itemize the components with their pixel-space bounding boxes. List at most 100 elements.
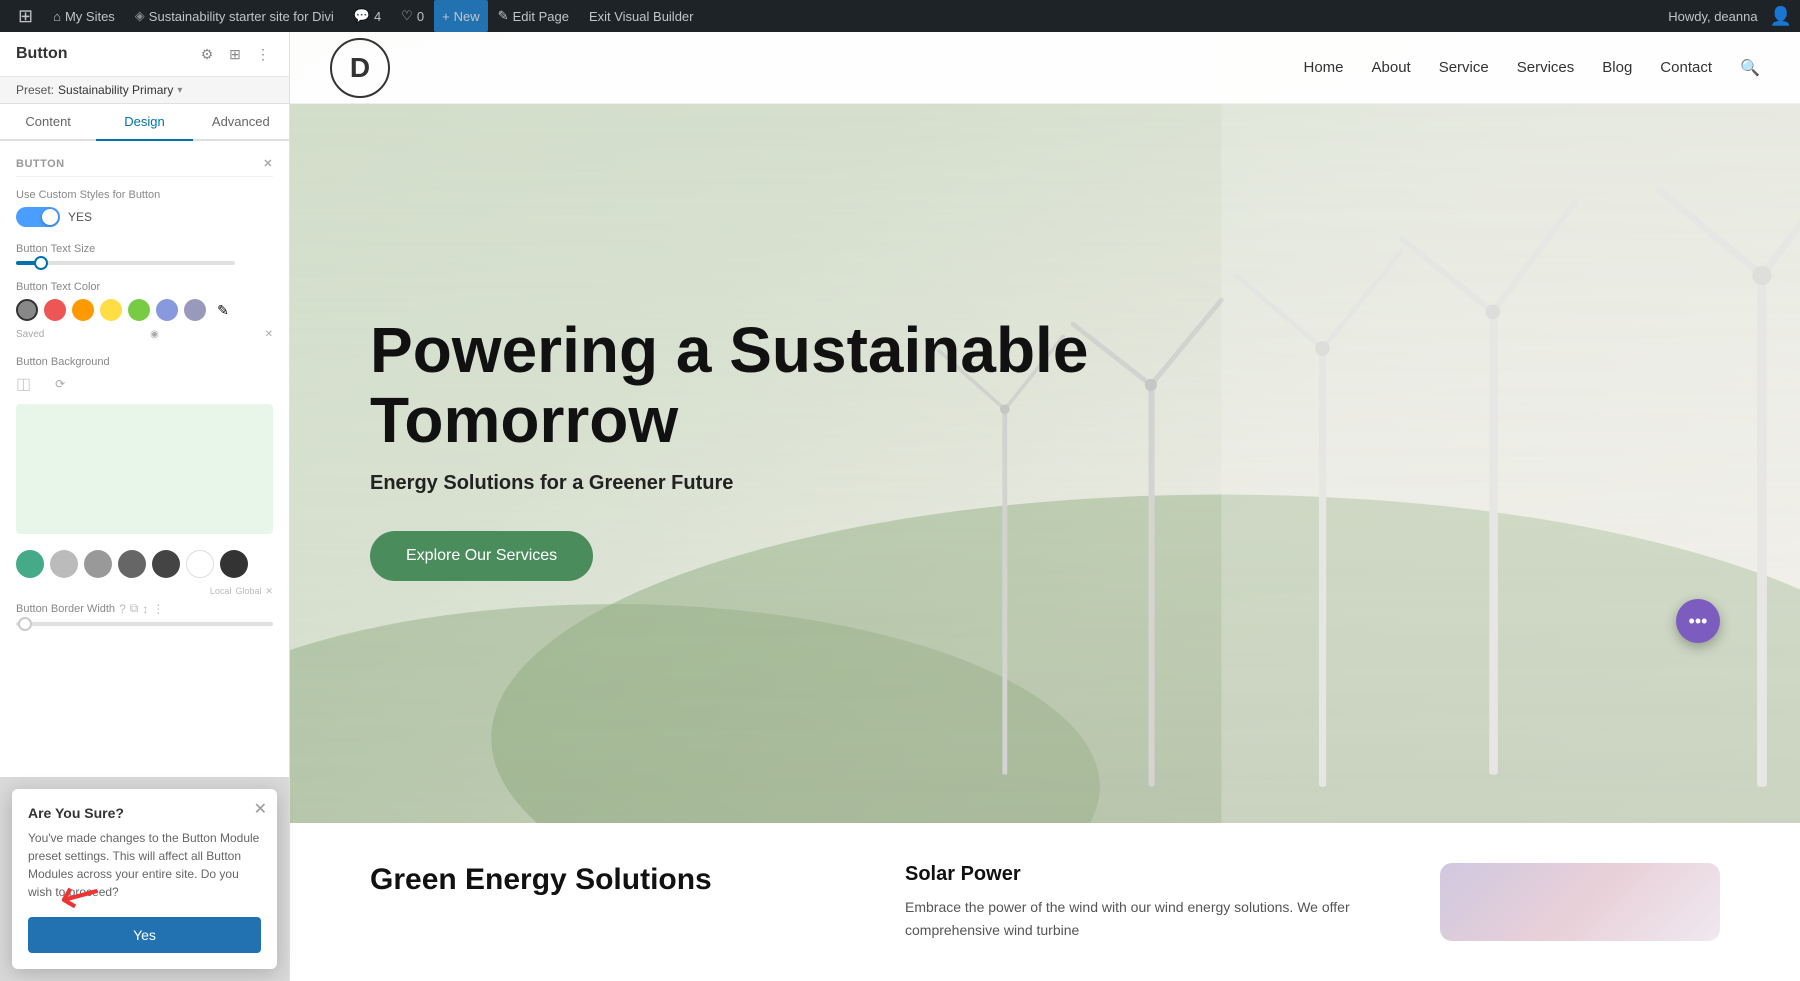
panel-header-actions: ⚙ ⊞ ⋮ [197,44,273,64]
custom-styles-toggle[interactable] [16,207,60,227]
circle-swatch-gray4[interactable] [152,550,180,578]
border-slider[interactable] [16,622,273,626]
circle-swatch-gray1[interactable] [50,550,78,578]
gradient-icon[interactable]: ◫ [16,374,31,394]
hero-content: Powering a Sustainable Tomorrow Energy S… [290,255,1230,641]
edit-page-label: Edit Page [513,9,569,24]
are-you-sure-dialog: ✕ Are You Sure? You've made changes to t… [12,789,277,969]
settings-icon[interactable]: ⚙ [197,44,217,64]
site-nav-links: Home About Service Services Blog Contact… [1303,58,1760,78]
explore-services-button[interactable]: Explore Our Services [370,531,593,581]
nav-contact[interactable]: Contact [1660,59,1712,76]
custom-styles-label: Use Custom Styles for Button [16,189,273,201]
my-sites-item[interactable]: ⌂ My Sites [43,0,125,32]
avatar-icon: 👤 [1770,6,1792,27]
color-swatch-yellow[interactable] [100,299,122,321]
edit-page-item[interactable]: ✎ Edit Page [488,0,579,32]
nav-about[interactable]: About [1372,59,1411,76]
text-color-label: Button Text Color [16,281,273,293]
more-options-icon[interactable]: ⋮ [253,44,273,64]
preset-label: Preset: [16,83,54,97]
more-border-icon[interactable]: ⋮ [152,602,164,616]
tab-advanced[interactable]: Advanced [193,104,289,141]
preset-chevron-icon: ▾ [177,85,182,96]
site-title-label: Sustainability starter site for Divi [149,9,334,24]
custom-styles-toggle-row: YES [16,207,273,227]
wp-icon: ⊞ [18,6,33,27]
text-size-label: Button Text Size [16,243,273,255]
exit-visual-builder-item[interactable]: Exit Visual Builder [579,0,704,32]
help-icon[interactable]: ? [119,602,126,616]
circle-swatch-dark[interactable] [220,550,248,578]
preset-bar[interactable]: Preset: Sustainability Primary ▾ [0,77,289,104]
eyedropper-icon[interactable]: ◉ [150,329,159,340]
my-sites-label: My Sites [65,9,115,24]
dialog-body: You've made changes to the Button Module… [28,829,261,901]
reset-icon[interactable]: ✕ [265,586,273,597]
border-slider-thumb[interactable] [18,617,32,631]
circle-swatch-gray2[interactable] [84,550,112,578]
saved-close-icon[interactable]: ✕ [265,329,273,340]
copy-icon[interactable]: ⧉ [130,601,139,616]
comments-item[interactable]: 💬 4 [344,0,391,32]
color-swatch-gray[interactable] [16,299,38,321]
dialog-overlay: ✕ Are You Sure? You've made changes to t… [0,777,289,981]
border-width-field: Button Border Width ? ⧉ ↕ ⋮ [16,601,273,626]
global-local-row: Local Global ✕ [16,586,273,597]
text-size-slider-thumb[interactable] [34,256,48,270]
link-border-icon[interactable]: ↕ [142,602,148,616]
circle-swatch-green[interactable] [16,550,44,578]
circle-swatch-white[interactable] [186,550,214,578]
panel-title: Button [16,45,68,63]
howdy-label: Howdy, deanna [1668,9,1765,24]
background-toggle-row: ◫ ⟳ [16,374,273,394]
toggle-state-label: YES [68,210,92,224]
likes-item[interactable]: ♡ 0 [391,0,434,32]
color-swatch-blue-light[interactable] [156,299,178,321]
tab-design[interactable]: Design [96,104,192,141]
color-swatch-red[interactable] [44,299,66,321]
nav-service[interactable]: Service [1439,59,1489,76]
saved-row: Saved ◉ ✕ [16,329,273,340]
global-label: Global [235,586,261,597]
site-title-item[interactable]: ◈ Sustainability starter site for Divi [125,0,344,32]
color-picker-pen-icon[interactable]: ✎ [212,299,234,321]
site-preview: D Home About Service Services Blog Conta… [290,32,1800,981]
comments-count: 4 [374,9,381,24]
color-swatch-orange[interactable] [72,299,94,321]
saved-label: Saved [16,329,44,340]
expand-icon[interactable]: ⊞ [225,44,245,64]
button-section-label: Button [16,158,65,170]
search-icon[interactable]: 🔍 [1740,58,1760,78]
color-swatch-purple[interactable] [184,299,206,321]
floating-action-button[interactable]: ••• [1676,599,1720,643]
site-logo[interactable]: D [330,38,390,98]
nav-blog[interactable]: Blog [1602,59,1632,76]
circle-swatch-gray3[interactable] [118,550,146,578]
tab-content[interactable]: Content [0,104,96,141]
hero-title: Powering a Sustainable Tomorrow [370,315,1150,456]
third-column [1440,863,1720,941]
circle-swatches [16,550,273,578]
divi-icon: ◈ [135,8,145,24]
dialog-close-icon[interactable]: ✕ [254,799,267,819]
wp-logo-item[interactable]: ⊞ [8,0,43,32]
panel-header: Button ⚙ ⊞ ⋮ [0,32,289,77]
hero-subtitle: Energy Solutions for a Greener Future [370,472,1150,495]
dialog-yes-button[interactable]: Yes [28,917,261,953]
panel-tabs: Content Design Advanced [0,104,289,141]
color-swatch-green[interactable] [128,299,150,321]
admin-bar-right: Howdy, deanna 👤 [1668,6,1792,27]
nav-home[interactable]: Home [1303,59,1343,76]
green-energy-col: Green Energy Solutions [370,863,865,941]
new-item[interactable]: + New [434,0,488,32]
link-icon[interactable]: ⟳ [55,377,65,391]
comments-icon: 💬 [354,8,370,24]
bottom-section: Green Energy Solutions Solar Power Embra… [290,823,1800,981]
text-size-slider[interactable] [16,261,235,265]
button-section-close-icon[interactable]: ✕ [263,157,273,170]
site-nav: D Home About Service Services Blog Conta… [290,32,1800,104]
preset-name: Sustainability Primary [58,83,173,97]
nav-services[interactable]: Services [1517,59,1575,76]
background-label: Button Background [16,356,273,368]
